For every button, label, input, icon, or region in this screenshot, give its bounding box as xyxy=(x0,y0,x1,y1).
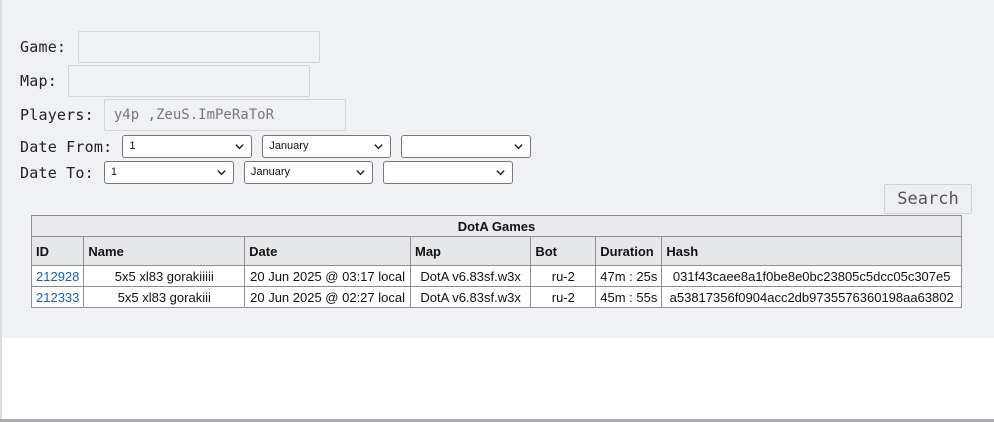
game-id-link[interactable]: 212928 xyxy=(36,269,79,284)
chevron-down-icon xyxy=(235,144,244,150)
date-to-year-select[interactable] xyxy=(382,161,513,184)
cell-name: 5x5 xl83 gorakiiiii xyxy=(83,265,246,287)
game-id-link[interactable]: 212333 xyxy=(36,290,79,305)
column-header-hash: Hash xyxy=(661,236,962,266)
cell-map: DotA v6.83sf.w3x xyxy=(409,286,532,308)
cell-id: 212928 xyxy=(30,265,85,287)
date-to-label: Date To: xyxy=(20,163,94,182)
chevron-down-icon xyxy=(496,170,505,176)
players-label: Players: xyxy=(20,106,94,124)
column-header-id: ID xyxy=(30,236,85,266)
players-row: Players: y4p ,ZeuS.ImPeRaToR xyxy=(20,99,346,131)
game-input[interactable] xyxy=(78,31,321,63)
chevron-down-icon xyxy=(374,144,383,150)
date-from-day-value: 1 xyxy=(129,140,136,152)
cell-duration: 45m : 55s xyxy=(595,286,663,308)
date-from-label: Date From: xyxy=(20,137,113,156)
date-from-month-select[interactable]: January xyxy=(262,135,392,158)
cell-hash: 031f43caee8a1f0be8e0bc23805c5dcc05c307e5 xyxy=(661,265,962,287)
game-row: Game: xyxy=(20,31,321,63)
date-from-month-value: January xyxy=(269,140,309,152)
cell-id: 212333 xyxy=(30,286,85,308)
column-header-duration: Duration xyxy=(595,236,663,266)
chevron-down-icon xyxy=(356,170,365,176)
date-to-day-value: 1 xyxy=(110,166,117,178)
cell-map: DotA v6.83sf.w3x xyxy=(409,265,532,287)
table-row: 212333 5x5 xl83 gorakiii 20 Jun 2025 @ 0… xyxy=(30,286,962,308)
cell-bot: ru-2 xyxy=(530,265,597,287)
date-to-month-value: January xyxy=(250,166,290,178)
map-input[interactable] xyxy=(67,65,310,97)
column-header-bot: Bot xyxy=(530,236,597,266)
players-input[interactable]: y4p ,ZeuS.ImPeRaToR xyxy=(103,99,346,131)
column-header-date: Date xyxy=(244,236,411,266)
chevron-down-icon xyxy=(217,170,226,176)
date-to-row: Date To: 1 January xyxy=(20,161,513,184)
date-from-year-select[interactable] xyxy=(401,135,532,158)
map-row: Map: xyxy=(20,65,310,97)
table-row: 212928 5x5 xl83 gorakiiiii 20 Jun 2025 @… xyxy=(30,265,962,287)
cell-hash: a53817356f0904acc2db9735576360198aa63802 xyxy=(661,286,962,308)
chevron-down-icon xyxy=(514,144,523,150)
cell-date: 20 Jun 2025 @ 02:27 local xyxy=(244,286,411,308)
date-from-row: Date From: 1 January xyxy=(20,135,532,158)
table-caption: DotA Games xyxy=(31,215,962,237)
cell-bot: ru-2 xyxy=(530,286,597,308)
date-to-month-select[interactable]: January xyxy=(243,161,373,184)
date-from-day-select[interactable]: 1 xyxy=(122,135,253,158)
map-label: Map: xyxy=(20,72,57,90)
game-label: Game: xyxy=(20,38,67,56)
cell-date: 20 Jun 2025 @ 03:17 local xyxy=(244,265,411,287)
column-header-map: Map xyxy=(409,236,532,266)
games-table: DotA Games ID Name Date Map Bot Duration… xyxy=(30,215,962,308)
cell-duration: 47m : 25s xyxy=(595,265,663,287)
cell-name: 5x5 xl83 gorakiii xyxy=(83,286,246,308)
date-to-day-select[interactable]: 1 xyxy=(103,161,234,184)
search-button[interactable]: Search xyxy=(884,184,972,214)
column-header-name: Name xyxy=(83,236,246,266)
